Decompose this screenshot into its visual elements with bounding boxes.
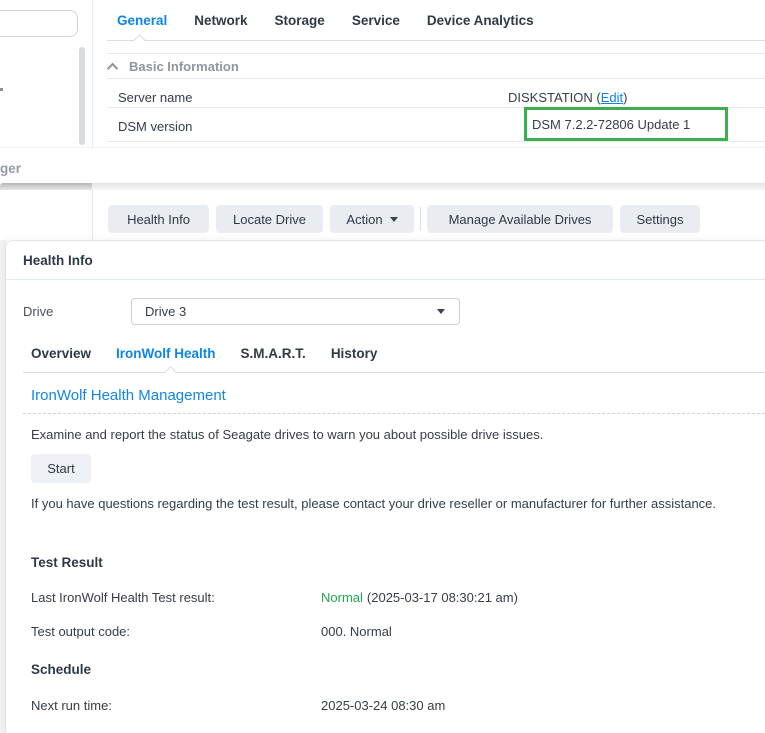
dialog-header-separator <box>6 279 765 280</box>
schedule-heading: Schedule <box>31 662 91 677</box>
health-info-button-label: Health Info <box>127 212 190 227</box>
tab-device-analytics[interactable]: Device Analytics <box>427 13 534 28</box>
tab-service[interactable]: Service <box>352 13 400 28</box>
manage-available-drives-button[interactable]: Manage Available Drives <box>427 205 613 233</box>
drive-label: Drive <box>23 304 53 319</box>
settings-button-label: Settings <box>637 212 684 227</box>
basic-information-section-header[interactable]: Basic Information <box>110 59 239 74</box>
toolbar-separator <box>420 207 421 231</box>
output-code-value: 000. Normal <box>321 624 392 639</box>
drive-select[interactable]: Drive 3 <box>131 298 460 325</box>
last-test-label: Last IronWolf Health Test result: <box>31 590 215 605</box>
test-result-heading: Test Result <box>31 555 103 570</box>
row-separator <box>107 141 765 142</box>
health-info-button[interactable]: Health Info <box>108 205 209 233</box>
manage-drives-button-label: Manage Available Drives <box>449 212 592 227</box>
dropdown-caret-icon <box>390 217 398 222</box>
action-button-label: Action <box>346 212 382 227</box>
status-normal: Normal <box>321 590 363 605</box>
health-info-dialog: Health Info Drive Drive 3 Overview IronW… <box>5 240 765 733</box>
last-test-value: Normal (2025-03-17 08:30:21 am) <box>321 590 518 605</box>
dashed-separator <box>23 413 765 414</box>
locate-drive-button-label: Locate Drive <box>233 212 306 227</box>
ironwolf-heading: IronWolf Health Management <box>31 387 226 404</box>
dsm-version-highlight-box: DSM 7.2.2-72806 Update 1 <box>524 107 728 141</box>
tab-ironwolf-health[interactable]: IronWolf Health <box>116 346 216 361</box>
select-caret-icon <box>437 309 445 314</box>
next-run-label: Next run time: <box>31 698 112 713</box>
tab-network[interactable]: Network <box>194 13 247 28</box>
vertical-divider <box>92 0 93 147</box>
server-name-value: DISKSTATION (Edit) <box>508 90 627 105</box>
dialog-title: Health Info <box>23 253 93 268</box>
next-run-value: 2025-03-24 08:30 am <box>321 698 445 713</box>
active-tab-notch <box>133 34 146 47</box>
edit-link[interactable]: Edit <box>601 90 623 105</box>
server-name-paren: ) <box>623 90 627 105</box>
last-test-timestamp: (2025-03-17 08:30:21 am) <box>367 590 518 605</box>
row-separator <box>107 53 765 54</box>
output-code-label: Test output code: <box>31 624 130 639</box>
server-name-text: DISKSTATION ( <box>508 90 601 105</box>
collapse-chevron-icon <box>107 62 118 73</box>
window-top-edge-right <box>92 183 765 190</box>
dialog-tab-bar: Overview IronWolf Health S.M.A.R.T. Hist… <box>31 346 377 361</box>
settings-tab-bar: General Network Storage Service Device A… <box>117 13 534 28</box>
start-button[interactable]: Start <box>31 454 91 483</box>
dsm-version-label: DSM version <box>118 119 192 134</box>
tab-overview[interactable]: Overview <box>31 346 91 361</box>
tab-storage[interactable]: Storage <box>275 13 325 28</box>
server-name-label: Server name <box>118 90 192 105</box>
tab-history[interactable]: History <box>331 346 378 361</box>
scrollbar-thumb[interactable] <box>79 47 85 145</box>
action-dropdown-button[interactable]: Action <box>330 205 414 233</box>
tab-underline <box>107 40 765 41</box>
locate-drive-button[interactable]: Locate Drive <box>216 205 323 233</box>
settings-button[interactable]: Settings <box>620 205 700 233</box>
dsm-version-value: DSM 7.2.2-72806 Update 1 <box>532 117 690 132</box>
tab-general[interactable]: General <box>117 13 167 28</box>
panel-divider <box>92 190 93 240</box>
dialog-active-tab-notch <box>164 366 177 379</box>
drive-select-value: Drive 3 <box>145 304 186 319</box>
screenshot-stage: General Network Storage Service Device A… <box>0 0 765 733</box>
section-title: Basic Information <box>129 59 239 74</box>
window-title-fragment: ger <box>0 161 21 176</box>
note-text: If you have questions regarding the test… <box>31 492 753 515</box>
window-top-edge-left <box>0 183 92 190</box>
tab-smart[interactable]: S.M.A.R.T. <box>241 346 306 361</box>
dialog-tab-underline <box>23 372 765 373</box>
edge-mark <box>0 88 3 91</box>
partial-input-box[interactable] <box>0 10 78 37</box>
window-bottom-edge <box>0 147 765 148</box>
row-separator <box>107 78 765 79</box>
description-text: Examine and report the status of Seagate… <box>31 427 543 442</box>
